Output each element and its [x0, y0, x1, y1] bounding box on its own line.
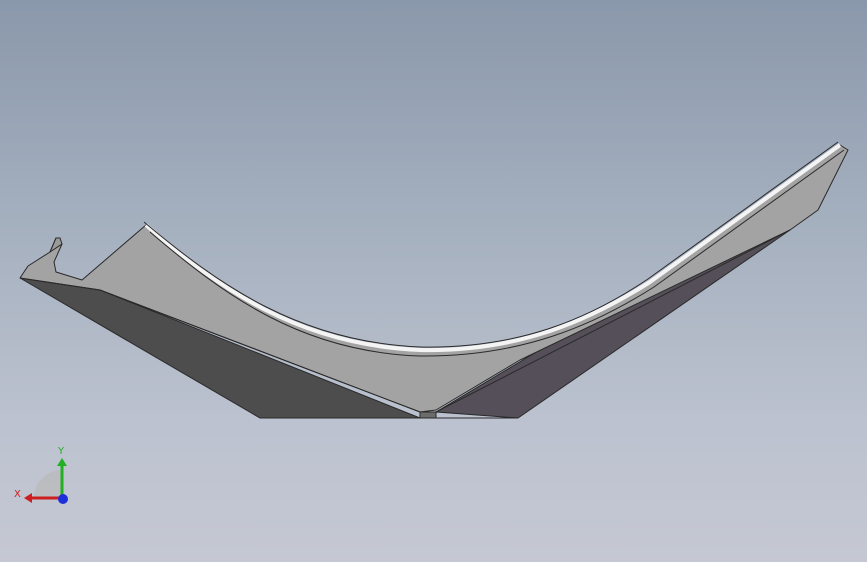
flange-face: [19, 144, 849, 413]
x-axis-arrow-icon: [24, 493, 32, 503]
axis-triad: Y X: [14, 446, 68, 504]
y-axis-label: Y: [57, 446, 65, 457]
triad-plane-icon: [34, 470, 62, 498]
center-seam: [419, 411, 437, 419]
x-axis-label: X: [14, 489, 21, 500]
y-axis-arrow-icon: [57, 458, 67, 466]
z-axis-dot-icon: [58, 494, 68, 504]
graphics-viewport[interactable]: Y X: [0, 0, 867, 562]
part-model[interactable]: [0, 0, 867, 562]
right-lower-face: [434, 229, 791, 419]
